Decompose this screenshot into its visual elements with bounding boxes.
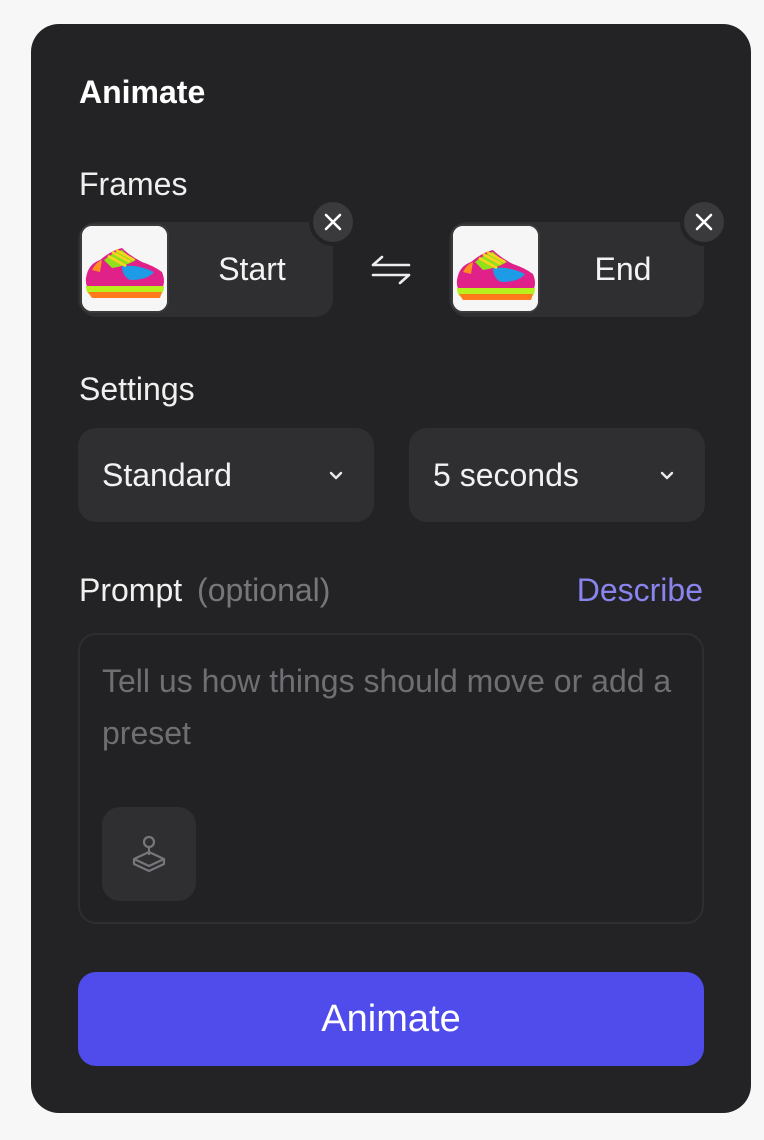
sneaker-image — [453, 226, 538, 311]
frames-label: Frames — [79, 166, 188, 202]
prompt-input[interactable] — [102, 655, 682, 795]
add-preset-button[interactable] — [102, 807, 196, 901]
chevron-down-icon — [329, 471, 343, 480]
swap-arrows-icon — [371, 255, 411, 285]
end-frame-thumbnail — [451, 224, 540, 313]
start-frame-card[interactable]: Start — [78, 198, 357, 317]
prompt-label: Prompt — [79, 572, 183, 608]
close-icon — [324, 213, 342, 231]
duration-selected-value: 5 seconds — [433, 456, 579, 493]
end-frame-label: End — [594, 251, 652, 287]
end-frame-card[interactable]: End — [449, 198, 728, 317]
prompt-optional-hint: (optional) — [197, 572, 331, 608]
remove-start-frame-button[interactable] — [309, 198, 357, 246]
settings-label: Settings — [79, 371, 195, 407]
animate-button[interactable]: Animate — [78, 972, 704, 1066]
start-frame-thumbnail — [80, 224, 169, 313]
prompt-box — [78, 633, 704, 924]
describe-link[interactable]: Describe — [577, 572, 703, 609]
swap-frames-button[interactable] — [367, 246, 415, 294]
quality-selected-value: Standard — [102, 456, 232, 493]
animate-panel: Animate Frames Start End Settings Standa… — [31, 24, 751, 1113]
start-frame-label: Start — [218, 251, 286, 287]
quality-dropdown[interactable]: Standard — [78, 428, 374, 522]
close-icon — [695, 213, 713, 231]
remove-end-frame-button[interactable] — [680, 198, 728, 246]
duration-dropdown[interactable]: 5 seconds — [409, 428, 705, 522]
sneaker-image — [82, 226, 167, 311]
joystick-icon — [132, 835, 166, 873]
panel-title: Animate — [79, 74, 206, 110]
chevron-down-icon — [660, 471, 674, 480]
